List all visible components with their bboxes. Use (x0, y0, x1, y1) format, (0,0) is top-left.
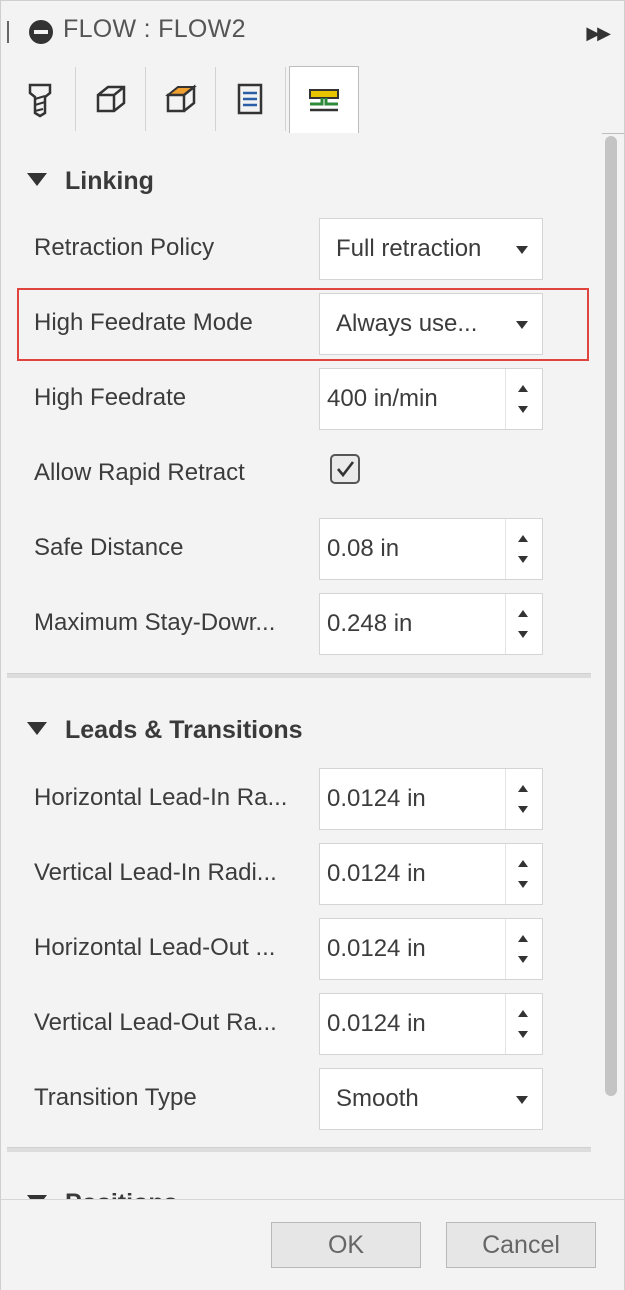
chevron-down-icon (516, 246, 528, 254)
field-label: Retraction Policy (34, 234, 215, 261)
retraction-policy-dropdown[interactable]: Full retraction (319, 218, 543, 280)
spinner-buttons (505, 994, 542, 1054)
linking-icon (309, 89, 339, 112)
row-allow-rapid-retract: Allow Rapid Retract (1, 439, 601, 505)
vertical-lead-out-radius-spinner[interactable]: 0.0124 in (319, 993, 543, 1055)
increment-arrow-icon[interactable] (518, 535, 528, 542)
increment-arrow-icon[interactable] (518, 1010, 528, 1017)
decrement-arrow-icon[interactable] (518, 956, 528, 963)
geometry-icon (96, 85, 126, 113)
panel-title: FLOW : FLOW2 (63, 15, 246, 43)
tab-linking[interactable] (289, 66, 359, 134)
dropdown-value: Full retraction (336, 235, 482, 262)
maximum-stay-down-spinner[interactable]: 0.248 in (319, 593, 543, 655)
field-label: Safe Distance (34, 534, 184, 561)
high-feedrate-spinner[interactable]: 400 in/min (319, 368, 543, 430)
cancel-button[interactable]: Cancel (446, 1222, 596, 1268)
row-maximum-stay-down: Maximum Stay-Dowr... 0.248 in (1, 589, 601, 655)
increment-arrow-icon[interactable] (518, 385, 528, 392)
spinner-value[interactable]: 0.0124 in (327, 1010, 426, 1038)
spinner-value[interactable]: 0.08 in (327, 535, 399, 563)
flow-panel: FLOW : FLOW2 ▶▶ Linking Retraction Polic… (0, 0, 625, 1290)
spinner-value[interactable]: 0.248 in (327, 610, 412, 638)
increment-arrow-icon[interactable] (518, 785, 528, 792)
transition-type-dropdown[interactable]: Smooth (319, 1068, 543, 1130)
passes-icon (237, 83, 263, 115)
spinner-buttons (505, 844, 542, 904)
dialog-footer: OK Cancel (1, 1199, 624, 1290)
decrement-arrow-icon[interactable] (518, 631, 528, 638)
section-title: Positions (65, 1189, 178, 1199)
horizontal-lead-out-radius-spinner[interactable]: 0.0124 in (319, 918, 543, 980)
row-horizontal-lead-in-radius: Horizontal Lead-In Ra... 0.0124 in (1, 764, 601, 830)
section-divider (7, 673, 591, 678)
row-retraction-policy: Retraction Policy Full retraction (1, 214, 601, 280)
spinner-buttons (505, 594, 542, 654)
collapse-triangle-icon (27, 722, 47, 735)
safe-distance-spinner[interactable]: 0.08 in (319, 518, 543, 580)
tab-heights[interactable] (145, 67, 216, 131)
vertical-lead-in-radius-spinner[interactable]: 0.0124 in (319, 843, 543, 905)
increment-arrow-icon[interactable] (518, 860, 528, 867)
section-leads-header[interactable]: Leads & Transitions (1, 706, 591, 756)
field-label: High Feedrate (34, 384, 187, 411)
spinner-buttons (505, 769, 542, 829)
highlight-box (17, 288, 589, 361)
minus-circle-icon (29, 20, 53, 44)
spinner-buttons (505, 519, 542, 579)
tab-tool[interactable] (5, 67, 76, 131)
title-bar[interactable]: FLOW : FLOW2 ▶▶ (1, 1, 624, 64)
tab-passes[interactable] (215, 67, 286, 131)
chevron-down-icon (516, 1096, 528, 1104)
section-title: Leads & Transitions (65, 716, 303, 744)
row-vertical-lead-out-radius: Vertical Lead-Out Ra... 0.0124 in (1, 989, 601, 1055)
row-horizontal-lead-out-radius: Horizontal Lead-Out ... 0.0124 in (1, 914, 601, 980)
checkmark-icon (337, 461, 355, 478)
section-linking-header[interactable]: Linking (1, 157, 591, 207)
spinner-value[interactable]: 0.0124 in (327, 935, 426, 963)
spinner-value[interactable]: 400 in/min (327, 385, 438, 413)
vertical-scrollbar[interactable] (604, 136, 618, 1196)
tool-icon (28, 83, 52, 118)
decrement-arrow-icon[interactable] (518, 406, 528, 413)
section-positions-header[interactable]: Positions (1, 1179, 591, 1199)
spinner-buttons (505, 919, 542, 979)
spinner-buttons (505, 369, 542, 429)
field-label: Transition Type (34, 1084, 197, 1111)
heights-icon (165, 84, 197, 113)
field-label: Horizontal Lead-Out ... (34, 934, 276, 961)
ok-button[interactable]: OK (271, 1222, 421, 1268)
spinner-value[interactable]: 0.0124 in (327, 860, 426, 888)
decrement-arrow-icon[interactable] (518, 556, 528, 563)
decrement-arrow-icon[interactable] (518, 1031, 528, 1038)
row-vertical-lead-in-radius: Vertical Lead-In Radi... 0.0124 in (1, 839, 601, 905)
field-label: Maximum Stay-Dowr... (34, 609, 276, 636)
field-label: Horizontal Lead-In Ra... (34, 784, 288, 811)
increment-arrow-icon[interactable] (518, 935, 528, 942)
increment-arrow-icon[interactable] (518, 610, 528, 617)
row-high-feedrate: High Feedrate 400 in/min (1, 364, 601, 430)
collapse-triangle-icon (27, 173, 47, 186)
tab-geometry[interactable] (75, 67, 146, 131)
row-safe-distance: Safe Distance 0.08 in (1, 514, 601, 580)
field-label: Vertical Lead-Out Ra... (34, 1009, 277, 1036)
allow-rapid-retract-checkbox[interactable] (330, 454, 360, 484)
horizontal-lead-in-radius-spinner[interactable]: 0.0124 in (319, 768, 543, 830)
section-title: Linking (65, 167, 154, 195)
spinner-value[interactable]: 0.0124 in (327, 785, 426, 813)
scrollbar-thumb[interactable] (605, 136, 617, 1096)
decrement-arrow-icon[interactable] (518, 806, 528, 813)
row-transition-type: Transition Type Smooth (1, 1064, 601, 1130)
section-divider (7, 1147, 591, 1152)
decrement-arrow-icon[interactable] (518, 881, 528, 888)
tab-bar (1, 63, 624, 134)
field-label: Vertical Lead-In Radi... (34, 859, 277, 886)
dropdown-value: Smooth (336, 1085, 419, 1112)
drag-grip-icon[interactable] (7, 21, 12, 43)
collapse-panel-icon[interactable]: ▶▶ (586, 23, 611, 44)
field-label: Allow Rapid Retract (34, 459, 245, 486)
